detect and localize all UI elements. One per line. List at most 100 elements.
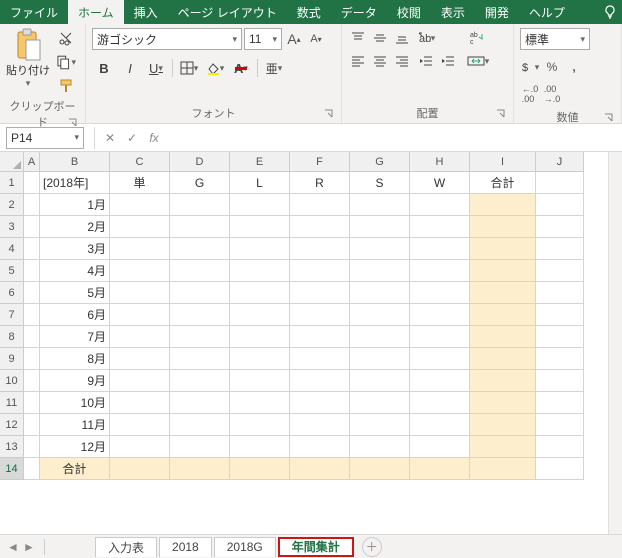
cell[interactable]: S bbox=[350, 172, 410, 194]
cell[interactable] bbox=[536, 414, 584, 436]
cell[interactable]: W bbox=[410, 172, 470, 194]
italic-button[interactable]: I bbox=[118, 57, 142, 79]
cell[interactable] bbox=[350, 260, 410, 282]
cell[interactable] bbox=[110, 282, 170, 304]
cancel-icon[interactable]: ✕ bbox=[99, 127, 121, 149]
row-header[interactable]: 6 bbox=[0, 282, 24, 304]
tab-nav-prev[interactable]: ◄ bbox=[6, 540, 20, 554]
cell[interactable] bbox=[410, 304, 470, 326]
tab-insert[interactable]: 挿入 bbox=[124, 0, 168, 24]
cell[interactable] bbox=[290, 216, 350, 238]
scrollbar-vertical[interactable] bbox=[608, 152, 622, 534]
borders-button[interactable]: ▾ bbox=[177, 57, 201, 79]
cell[interactable] bbox=[350, 458, 410, 480]
col-header[interactable]: F bbox=[290, 152, 350, 172]
row-header[interactable]: 14 bbox=[0, 458, 24, 480]
cell[interactable] bbox=[24, 304, 40, 326]
cell[interactable] bbox=[470, 392, 536, 414]
col-header[interactable]: E bbox=[230, 152, 290, 172]
cell[interactable]: G bbox=[170, 172, 230, 194]
cell[interactable] bbox=[110, 216, 170, 238]
col-header[interactable]: G bbox=[350, 152, 410, 172]
font-color-button[interactable]: A▾ bbox=[229, 57, 253, 79]
row-header[interactable]: 1 bbox=[0, 172, 24, 194]
shrink-font-button[interactable]: A▾ bbox=[306, 29, 326, 49]
cell[interactable]: [2018年] bbox=[40, 172, 110, 194]
cell[interactable] bbox=[230, 326, 290, 348]
cell[interactable] bbox=[170, 392, 230, 414]
font-name-combo[interactable]: 游ゴシック▾ bbox=[92, 28, 242, 50]
align-left-button[interactable] bbox=[348, 51, 368, 71]
cell[interactable] bbox=[536, 348, 584, 370]
cell[interactable] bbox=[350, 238, 410, 260]
comma-button[interactable]: , bbox=[564, 57, 584, 77]
cell[interactable]: R bbox=[290, 172, 350, 194]
row-header[interactable]: 9 bbox=[0, 348, 24, 370]
cell[interactable] bbox=[230, 436, 290, 458]
cell[interactable] bbox=[170, 414, 230, 436]
cell[interactable] bbox=[350, 194, 410, 216]
paste-button[interactable]: 貼り付け ▾ bbox=[6, 28, 50, 89]
col-header[interactable]: H bbox=[410, 152, 470, 172]
decrease-decimal-button[interactable]: .00→.0 bbox=[542, 84, 562, 104]
number-format-combo[interactable]: 標準▾ bbox=[520, 28, 590, 50]
cell[interactable] bbox=[536, 370, 584, 392]
cell[interactable]: 6月 bbox=[40, 304, 110, 326]
cell[interactable] bbox=[410, 436, 470, 458]
copy-button[interactable]: ▾ bbox=[56, 52, 76, 72]
align-bottom-button[interactable] bbox=[392, 28, 412, 48]
cell[interactable] bbox=[410, 370, 470, 392]
cell[interactable] bbox=[230, 216, 290, 238]
row-header[interactable]: 4 bbox=[0, 238, 24, 260]
cell[interactable] bbox=[410, 238, 470, 260]
cell[interactable] bbox=[170, 458, 230, 480]
cell[interactable]: 4月 bbox=[40, 260, 110, 282]
cell[interactable] bbox=[536, 436, 584, 458]
cell[interactable] bbox=[350, 304, 410, 326]
cell[interactable] bbox=[350, 326, 410, 348]
cell[interactable] bbox=[536, 282, 584, 304]
percent-button[interactable]: % bbox=[542, 57, 562, 77]
align-top-button[interactable] bbox=[348, 28, 368, 48]
enter-icon[interactable]: ✓ bbox=[121, 127, 143, 149]
cell[interactable]: 12月 bbox=[40, 436, 110, 458]
row-header[interactable]: 5 bbox=[0, 260, 24, 282]
new-sheet-button[interactable]: ＋ bbox=[362, 537, 382, 557]
cell[interactable] bbox=[470, 216, 536, 238]
cell[interactable] bbox=[536, 238, 584, 260]
cell[interactable] bbox=[24, 172, 40, 194]
tab-view[interactable]: 表示 bbox=[431, 0, 475, 24]
col-header[interactable]: B bbox=[40, 152, 110, 172]
cell[interactable] bbox=[290, 260, 350, 282]
cell[interactable] bbox=[350, 370, 410, 392]
cell[interactable] bbox=[24, 436, 40, 458]
cell[interactable] bbox=[24, 216, 40, 238]
cell[interactable] bbox=[24, 414, 40, 436]
row-header[interactable]: 10 bbox=[0, 370, 24, 392]
cell[interactable] bbox=[410, 282, 470, 304]
tab-review[interactable]: 校閲 bbox=[387, 0, 431, 24]
row-header[interactable]: 8 bbox=[0, 326, 24, 348]
cell[interactable] bbox=[536, 326, 584, 348]
cell[interactable]: 8月 bbox=[40, 348, 110, 370]
cell[interactable] bbox=[170, 348, 230, 370]
cell[interactable] bbox=[110, 194, 170, 216]
cell[interactable] bbox=[110, 260, 170, 282]
cell[interactable] bbox=[410, 414, 470, 436]
select-all-button[interactable] bbox=[0, 152, 24, 172]
cell[interactable]: 合計 bbox=[40, 458, 110, 480]
dialog-launcher-icon[interactable] bbox=[603, 113, 615, 125]
cell[interactable] bbox=[470, 370, 536, 392]
cell[interactable] bbox=[230, 458, 290, 480]
cell[interactable] bbox=[410, 216, 470, 238]
cell[interactable] bbox=[290, 414, 350, 436]
cell[interactable] bbox=[410, 260, 470, 282]
cell[interactable] bbox=[350, 282, 410, 304]
merge-button[interactable]: ▾ bbox=[466, 51, 490, 71]
cell[interactable] bbox=[170, 260, 230, 282]
cell[interactable] bbox=[290, 282, 350, 304]
cell[interactable]: 合計 bbox=[470, 172, 536, 194]
row-header[interactable]: 3 bbox=[0, 216, 24, 238]
cell[interactable] bbox=[290, 436, 350, 458]
align-right-button[interactable] bbox=[392, 51, 412, 71]
